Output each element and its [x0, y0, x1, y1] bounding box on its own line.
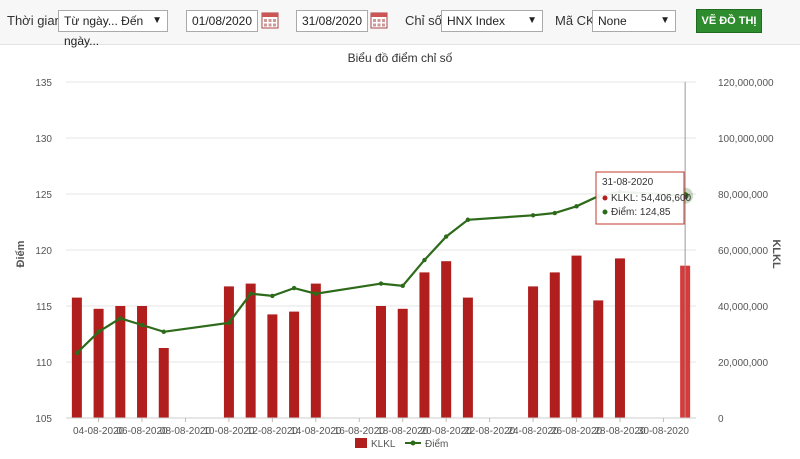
- tooltip-klkl: KLKL: 54,406,600: [611, 193, 692, 204]
- diem-point: [552, 210, 557, 216]
- klkl-bar: [462, 297, 473, 418]
- diem-point: [118, 316, 123, 321]
- y-right-tick-label: 60,000,000: [718, 246, 768, 257]
- klkl-bar: [93, 308, 104, 418]
- x-axis: 04-08-202006-08-202008-08-202010-08-2020…: [66, 417, 696, 437]
- klkl-bar: [71, 297, 82, 418]
- legend-diem-marker: [410, 440, 416, 446]
- period-label: Thời gian: [7, 13, 62, 28]
- legend: KLKL Điểm: [355, 438, 448, 450]
- diem-point: [443, 234, 449, 239]
- calendar-icon[interactable]: [370, 11, 388, 29]
- tooltip-diem-marker: [602, 209, 608, 215]
- klkl-bar: [115, 306, 126, 418]
- tooltip: 31-08-2020 KLKL: 54,406,600 Điểm: 124,85: [595, 171, 692, 225]
- period-select[interactable]: Từ ngày... Đến ngày... ▼: [58, 10, 168, 48]
- y-left-tick-label: 105: [35, 414, 52, 425]
- y-left-tick-label: 120: [35, 246, 52, 257]
- y-axis-left-title: Điểm: [15, 240, 27, 267]
- toolbar: Thời gian Từ ngày... Đến ngày... ▼ 01/08…: [0, 0, 800, 48]
- tooltip-date: 31-08-2020: [602, 177, 654, 188]
- x-tick-label: 30-08-2020: [638, 426, 690, 437]
- klkl-bar: [397, 308, 408, 418]
- diem-point: [291, 285, 297, 291]
- diem-point: [313, 291, 319, 296]
- y-right-tick-label: 100,000,000: [718, 134, 774, 145]
- diem-point: [400, 283, 405, 289]
- diem-point: [248, 291, 253, 296]
- diem-point: [422, 257, 427, 263]
- chevron-down-icon: ▼: [660, 15, 670, 26]
- klkl-bar: [593, 300, 604, 418]
- klkl-bar: [267, 314, 278, 418]
- klkl-bar: [528, 286, 539, 418]
- klkl-bar: [571, 255, 582, 418]
- y-axis-right-title: KLKL: [770, 239, 782, 269]
- chart-title: Biểu đồ điểm chỉ số: [348, 51, 453, 65]
- diem-point: [226, 320, 232, 325]
- diem-point: [530, 213, 536, 218]
- draw-chart-button[interactable]: VẼ ĐỒ THỊ: [696, 9, 762, 33]
- code-select-value: None: [598, 14, 627, 28]
- klkl-bar: [376, 306, 386, 418]
- code-label: Mã CK: [555, 13, 595, 28]
- y-left-tick-label: 115: [36, 302, 52, 313]
- diem-point: [139, 322, 145, 328]
- diem-point: [96, 329, 101, 334]
- index-chart: Biểu đồ điểm chỉ số 135 130 125 120 115 110 10…: [15, 51, 782, 450]
- chevron-down-icon: ▼: [527, 15, 537, 26]
- legend-klkl-label: KLKL: [371, 439, 396, 450]
- calendar-icon[interactable]: [261, 11, 279, 29]
- y-left-tick-label: 125: [35, 190, 52, 201]
- y-axis-left: 135 130 125 120 115 110 105: [35, 78, 52, 425]
- klkl-bar: [223, 286, 234, 418]
- y-right-tick-label: 80,000,000: [718, 190, 768, 201]
- diem-point: [270, 293, 275, 299]
- diem-point: [574, 204, 579, 209]
- index-select[interactable]: HNX Index ▼: [441, 10, 543, 32]
- to-date-input[interactable]: 31/08/2020: [296, 10, 368, 32]
- chevron-down-icon: ▼: [152, 15, 162, 26]
- y-left-tick-label: 135: [35, 78, 52, 89]
- klkl-bar: [245, 283, 256, 418]
- from-date-input[interactable]: 01/08/2020: [186, 10, 258, 32]
- klkl-bar: [289, 311, 300, 418]
- y-right-tick-label: 120,000,000: [718, 78, 774, 89]
- y-right-tick-label: 0: [718, 414, 724, 425]
- klkl-bar: [310, 283, 321, 418]
- legend-diem-label: Điểm: [425, 438, 448, 450]
- diem-point: [465, 217, 471, 222]
- diem-point: [161, 329, 166, 334]
- legend-klkl-swatch: [355, 438, 367, 448]
- index-select-value: HNX Index: [447, 14, 506, 28]
- klkl-bar: [614, 258, 625, 418]
- klkl-bar: [419, 272, 430, 418]
- index-label: Chỉ số: [405, 13, 442, 28]
- tooltip-diem: Điểm: 124,85: [611, 206, 671, 218]
- period-select-value: Từ ngày... Đến ngày...: [64, 14, 144, 48]
- klkl-bar: [549, 272, 560, 418]
- diem-point: [74, 350, 80, 356]
- y-left-tick-label: 130: [35, 134, 52, 145]
- y-axis-right: 120,000,000 100,000,000 80,000,000 60,000,0…: [718, 78, 774, 425]
- y-left-tick-label: 110: [36, 358, 52, 369]
- klkl-bar: [441, 261, 452, 418]
- klkl-bar: [158, 348, 169, 418]
- tooltip-klkl-marker: [602, 195, 608, 201]
- code-select[interactable]: None ▼: [592, 10, 676, 32]
- y-right-tick-label: 40,000,000: [718, 302, 768, 313]
- y-right-tick-label: 20,000,000: [718, 358, 768, 369]
- diem-point: [378, 281, 384, 286]
